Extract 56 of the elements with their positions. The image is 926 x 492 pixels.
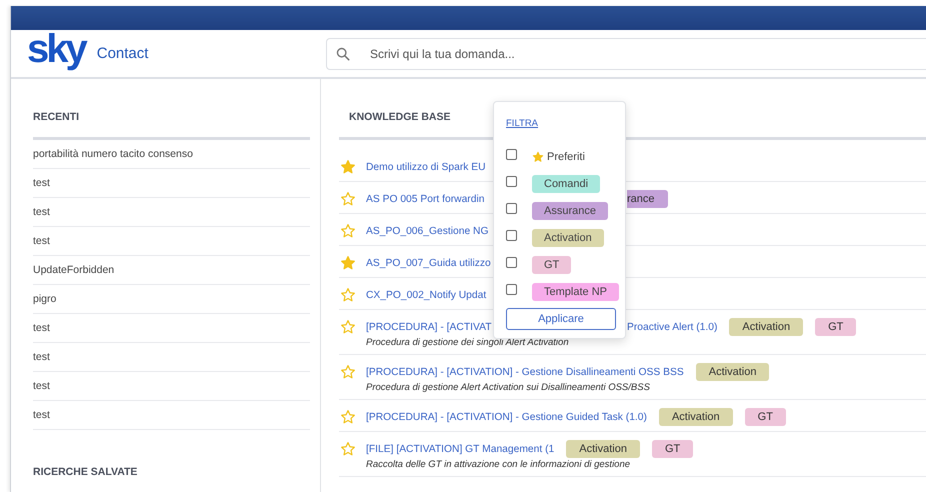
checkbox[interactable] <box>506 176 517 187</box>
tag: Activation <box>696 363 770 381</box>
tag: Activation <box>729 318 804 336</box>
filled-star-icon[interactable] <box>340 159 356 175</box>
star-icon[interactable] <box>340 223 356 239</box>
checkbox[interactable] <box>506 203 517 214</box>
section-heading: RICERCHE SALVATE <box>33 465 138 480</box>
checkbox[interactable] <box>506 149 517 160</box>
recent-search-item[interactable]: portabilità numero tacito consenso <box>33 140 310 169</box>
tag: Activation <box>658 408 733 426</box>
article-description: Raccolta delle GT in attivazione con le informazioni di gestione <box>366 459 632 470</box>
tag: GT <box>744 408 786 426</box>
tag: Comandi <box>532 174 600 192</box>
app-name: Contact <box>96 45 148 62</box>
recent-search-item[interactable]: test <box>33 169 310 198</box>
recent-search-item[interactable]: test <box>33 343 310 372</box>
filter-link[interactable]: FILTRA <box>506 118 538 129</box>
section-heading: KNOWLEDGE BASE <box>348 110 451 125</box>
section-heading: RECENTI <box>33 110 80 125</box>
article-link[interactable]: [FILE] [ACTIVATION] GT Management (1 <box>366 444 554 454</box>
star-icon[interactable] <box>340 441 356 457</box>
tag: Activation <box>566 440 640 458</box>
article-link[interactable]: Proactive Alert (1.0) <box>627 322 718 332</box>
tag: Assurance <box>532 202 608 220</box>
recent-search-item[interactable]: test <box>33 227 310 256</box>
tag: GT <box>815 318 856 336</box>
star-icon[interactable] <box>340 409 356 425</box>
apply-button[interactable]: Applicare <box>506 308 616 330</box>
recent-search-item[interactable]: test <box>33 198 310 227</box>
checkbox[interactable] <box>506 284 517 295</box>
tag: Activation <box>532 228 604 246</box>
tag: GT <box>652 440 694 458</box>
tag: GT <box>532 256 572 274</box>
article-link[interactable]: [PROCEDURA] - [ACTIVATION] - Gestione Guided Task (1.0) <box>366 412 647 422</box>
recent-search-item[interactable]: test <box>33 372 310 401</box>
filled-star-icon <box>532 150 544 162</box>
tag: rance <box>627 190 668 208</box>
recent-search-item[interactable]: test <box>33 401 310 430</box>
tag: Template NP <box>532 282 619 300</box>
article-description: Procedura di gestione Alert Activation sui Disallineamenti OSS/BSS <box>366 382 651 393</box>
filter-option-label: Preferiti <box>547 150 585 162</box>
article-description: Procedura di gestione dei singoli Alert Activation <box>366 337 570 348</box>
checkbox[interactable] <box>506 230 517 241</box>
star-icon[interactable] <box>340 364 356 380</box>
recent-search-item[interactable]: UpdateForbidden <box>33 256 310 285</box>
star-icon[interactable] <box>340 191 356 207</box>
article-link[interactable]: [PROCEDURA] - [ACTIVATION] - Gestione Disallineamenti OSS BSS <box>366 366 684 378</box>
search-field[interactable]: Scrivi qui la tua domanda... <box>326 38 926 70</box>
logo: sky <box>27 28 85 68</box>
checkbox[interactable] <box>506 257 517 268</box>
search-icon <box>336 46 350 60</box>
recent-search-item[interactable]: pigro <box>33 285 310 314</box>
recent-search-item[interactable]: test <box>33 314 310 343</box>
filled-star-icon[interactable] <box>340 255 356 271</box>
star-icon[interactable] <box>340 319 356 335</box>
star-icon[interactable] <box>340 287 356 303</box>
